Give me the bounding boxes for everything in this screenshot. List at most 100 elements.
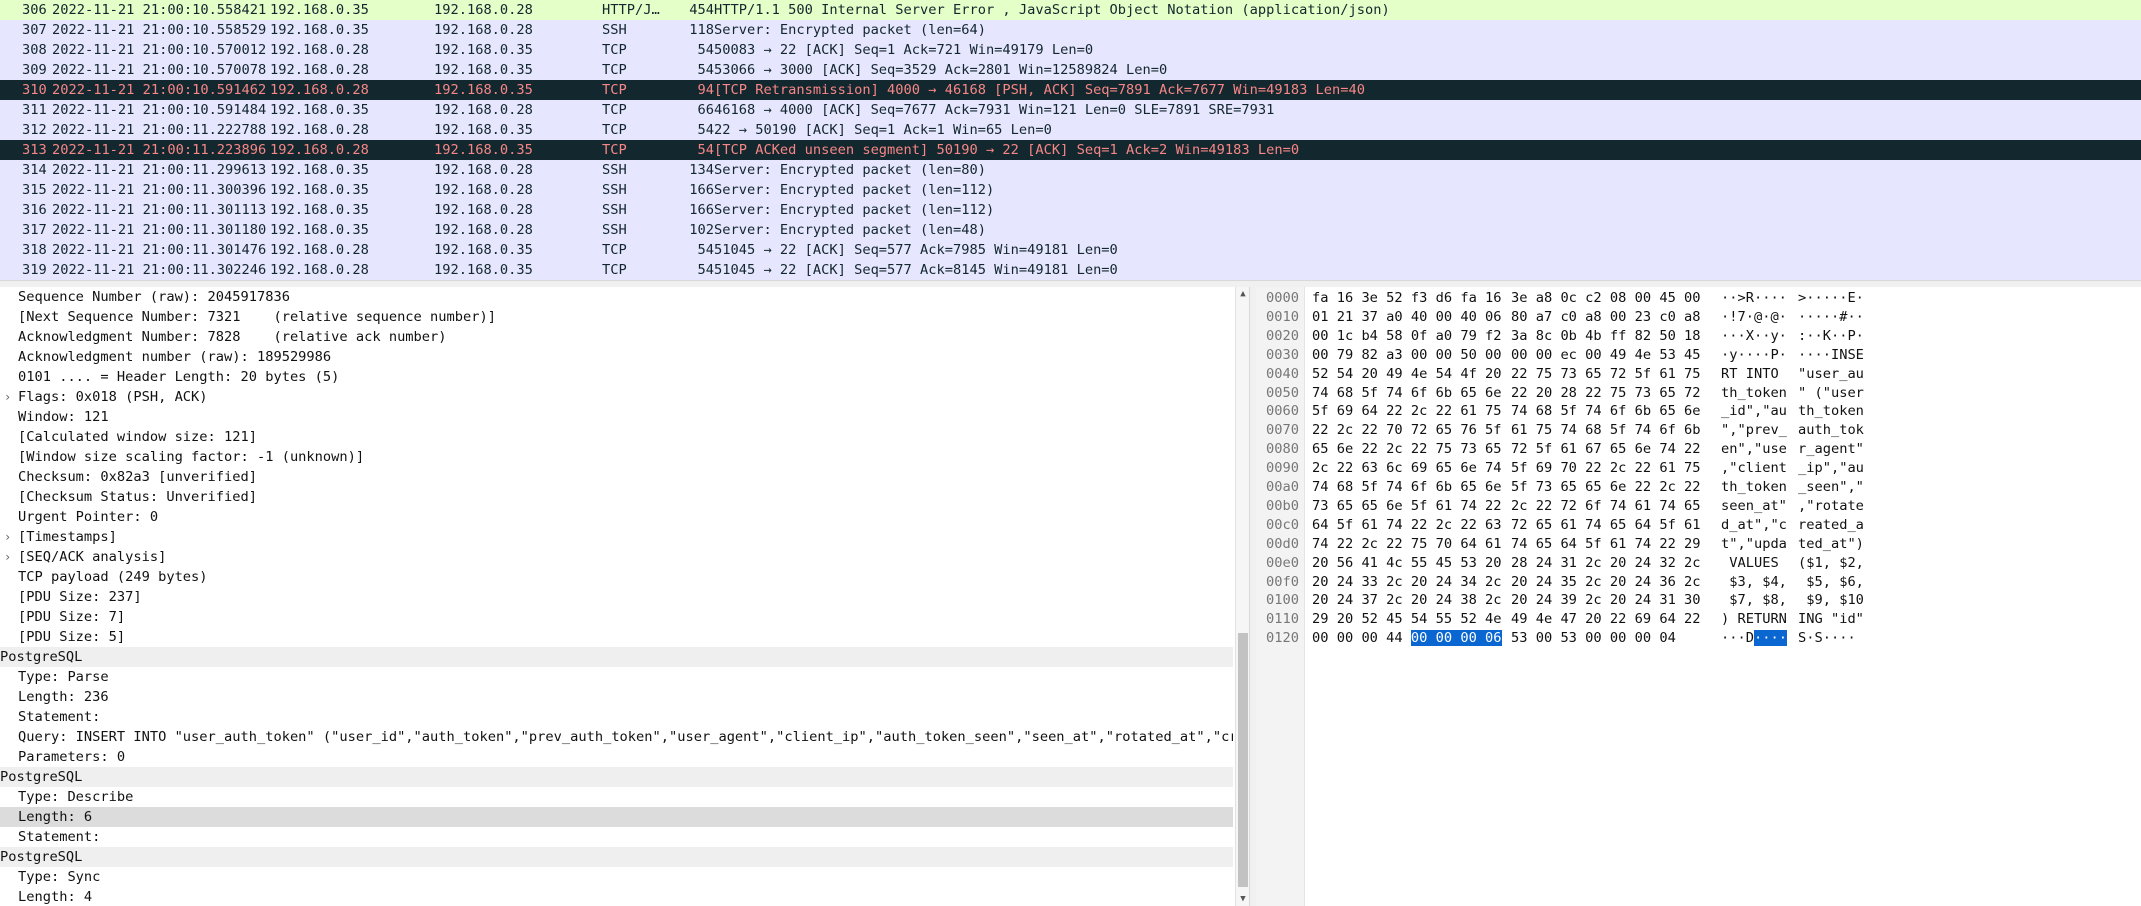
detail-field[interactable]: Length: 4 <box>0 887 1233 906</box>
packet-row[interactable]: 311 2022-11-21 21:00:10.591484 192.168.0.3… <box>0 100 2141 120</box>
packet-source: 192.168.0.28 <box>270 122 369 138</box>
hex-dump-row[interactable]: 00c0 64 5f 61 74 22 2c 22 63 72 65 61 74 6… <box>1256 516 2141 534</box>
hex-dump-row[interactable]: 00b0 73 65 65 6e 5f 61 74 22 2c 22 72 6f 7… <box>1256 497 2141 515</box>
ascii-second-half: ted_at") <box>1798 535 1864 552</box>
packet-list[interactable]: 306 2022-11-21 21:00:10.558421 192.168.0.3… <box>0 0 2141 280</box>
packet-row[interactable]: 312 2022-11-21 21:00:11.222788 192.168.0.2… <box>0 120 2141 140</box>
detail-field[interactable]: Window: 121 <box>0 407 1233 427</box>
hex-dump-row[interactable]: 0010 01 21 37 a0 40 00 40 06 80 a7 c0 a8 0… <box>1256 308 2141 326</box>
ascii-second-half: "user_au <box>1798 365 1864 382</box>
chevron-right-icon[interactable]: › <box>4 387 11 407</box>
detail-field[interactable]: [Window size scaling factor: -1 (unknown… <box>0 447 1233 467</box>
packet-row[interactable]: 315 2022-11-21 21:00:11.300396 192.168.0.3… <box>0 180 2141 200</box>
ascii-first-half: th_token <box>1721 479 1787 495</box>
hex-dump-row[interactable]: 0040 52 54 20 49 4e 54 4f 20 22 75 73 65 7… <box>1256 365 2141 383</box>
selected-bytes-highlight[interactable]: 00 00 00 06 <box>1410 630 1502 647</box>
detail-field[interactable]: Urgent Pointer: 0 <box>0 507 1233 527</box>
packet-info: 51045 → 22 [ACK] Seq=577 Ack=8145 Win=49… <box>714 262 1118 278</box>
scrollbar-thumb[interactable] <box>1238 633 1248 887</box>
packet-row[interactable]: 310 2022-11-21 21:00:10.591462 192.168.0.2… <box>0 80 2141 100</box>
packet-length: 54 <box>697 262 714 278</box>
chevron-right-icon[interactable]: › <box>4 547 11 567</box>
detail-field[interactable]: [Calculated window size: 121] <box>0 427 1233 447</box>
detail-field[interactable]: Type: Parse <box>0 667 1233 687</box>
detail-field[interactable]: [PDU Size: 7] <box>0 607 1233 627</box>
hex-dump-row[interactable]: 00a0 74 68 5f 74 6f 6b 65 6e 5f 73 65 65 6… <box>1256 478 2141 496</box>
packet-row[interactable]: 318 2022-11-21 21:00:11.301476 192.168.0.2… <box>0 240 2141 260</box>
detail-field[interactable]: Statement: <box>0 707 1233 727</box>
hex-bytes-second-half: 2c 22 72 6f 74 61 74 65 <box>1511 497 1701 514</box>
packet-row[interactable]: 319 2022-11-21 21:00:11.302246 192.168.0.2… <box>0 260 2141 280</box>
detail-field[interactable]: 0101 .... = Header Length: 20 bytes (5) <box>0 367 1233 387</box>
hex-dump-row[interactable]: 00f0 20 24 33 2c 20 24 34 2c 20 24 35 2c 2… <box>1256 573 2141 591</box>
detail-field[interactable]: [Next Sequence Number: 7321 (relative se… <box>0 307 1233 327</box>
packet-time: 2022-11-21 21:00:10.570078 <box>52 62 267 78</box>
detail-field[interactable]: Query: INSERT INTO "user_auth_token" ("u… <box>0 727 1233 747</box>
packet-destination: 192.168.0.35 <box>434 122 533 138</box>
hex-dump-row[interactable]: 0100 20 24 37 2c 20 24 38 2c 20 24 39 2c 2… <box>1256 591 2141 609</box>
ascii-first-half: seen_at" <box>1721 497 1787 514</box>
detail-field[interactable]: Type: Describe <box>0 787 1233 807</box>
detail-text: [SEQ/ACK analysis] <box>18 549 167 565</box>
hex-dump-row[interactable]: 00d0 74 22 2c 22 75 70 64 61 74 65 64 5f 6… <box>1256 535 2141 553</box>
detail-field[interactable]: Statement: <box>0 827 1233 847</box>
packet-number: 310 <box>22 82 47 98</box>
hex-dump-row[interactable]: 0080 65 6e 22 2c 22 75 73 65 72 5f 61 67 6… <box>1256 440 2141 458</box>
hex-dump-row[interactable]: 00e0 20 56 41 4c 55 45 53 20 28 24 31 2c 2… <box>1256 554 2141 572</box>
packet-row[interactable]: 317 2022-11-21 21:00:11.301180 192.168.0.3… <box>0 220 2141 240</box>
packet-length: 454 <box>689 2 714 18</box>
hex-bytes-second-half: 80 a7 c0 a8 00 23 c0 a8 <box>1511 308 1701 325</box>
detail-field[interactable]: Parameters: 0 <box>0 747 1233 767</box>
packet-protocol: SSH <box>602 202 627 218</box>
hex-dump-row[interactable]: 0070 22 2c 22 70 72 65 76 5f 61 75 74 68 5… <box>1256 421 2141 439</box>
packet-row[interactable]: 316 2022-11-21 21:00:11.301113 192.168.0.3… <box>0 200 2141 220</box>
packet-number: 319 <box>22 262 47 278</box>
detail-field[interactable]: TCP payload (249 bytes) <box>0 567 1233 587</box>
packet-bytes-pane[interactable]: 0000 fa 16 3e 52 f3 d6 fa 16 3e a8 0c c2 0… <box>1256 287 2141 906</box>
hex-dump-row[interactable]: 0020 00 1c b4 58 0f a0 79 f2 3a 8c 0b 4b f… <box>1256 327 2141 345</box>
scroll-up-arrow-icon[interactable]: ▲ <box>1236 287 1250 301</box>
scroll-down-arrow-icon[interactable]: ▼ <box>1236 892 1250 906</box>
detail-field[interactable]: Acknowledgment number (raw): 189529986 <box>0 347 1233 367</box>
selected-bytes-highlight[interactable]: ···· <box>1753 630 1787 647</box>
detail-field[interactable]: Acknowledgment Number: 7828 (relative ac… <box>0 327 1233 347</box>
hex-dump-row[interactable]: 0060 5f 69 64 22 2c 22 61 75 74 68 5f 74 6… <box>1256 402 2141 420</box>
hex-dump-row[interactable]: 0030 00 79 82 a3 00 00 50 00 00 00 ec 00 4… <box>1256 346 2141 364</box>
protocol-section-header[interactable]: PostgreSQL <box>0 767 1233 787</box>
packet-info: 22 → 50190 [ACK] Seq=1 Ack=1 Win=65 Len=… <box>714 122 1052 138</box>
hex-dump-row[interactable]: 0050 74 68 5f 74 6f 6b 65 6e 22 20 28 22 7… <box>1256 384 2141 402</box>
detail-text: Parameters: 0 <box>18 749 126 765</box>
detail-field[interactable]: › [SEQ/ACK analysis] <box>0 547 1233 567</box>
packet-row[interactable]: 314 2022-11-21 21:00:11.299613 192.168.0.3… <box>0 160 2141 180</box>
detail-field[interactable]: › [Timestamps] <box>0 527 1233 547</box>
packet-row[interactable]: 306 2022-11-21 21:00:10.558421 192.168.0.3… <box>0 0 2141 20</box>
packet-row[interactable]: 309 2022-11-21 21:00:10.570078 192.168.0.2… <box>0 60 2141 80</box>
ascii-first-half: ) RETURN <box>1721 611 1787 628</box>
packet-row[interactable]: 313 2022-11-21 21:00:11.223896 192.168.0.2… <box>0 140 2141 160</box>
detail-text: Flags: 0x018 (PSH, ACK) <box>18 389 208 405</box>
packet-destination: 192.168.0.35 <box>434 242 533 258</box>
detail-field[interactable]: [PDU Size: 5] <box>0 627 1233 647</box>
protocol-section-header[interactable]: PostgreSQL <box>0 847 1233 867</box>
hex-dump-row[interactable]: 0110 29 20 52 45 54 55 52 4e 49 4e 47 20 2… <box>1256 610 2141 628</box>
packet-row[interactable]: 307 2022-11-21 21:00:10.558529 192.168.0.3… <box>0 20 2141 40</box>
ascii-second-half: :··K··P· <box>1798 327 1864 344</box>
detail-field[interactable]: Length: 6 <box>0 807 1233 827</box>
detail-field[interactable]: [PDU Size: 237] <box>0 587 1233 607</box>
protocol-section-header[interactable]: PostgreSQL <box>0 647 1233 667</box>
packet-details-pane[interactable]: Sequence Number (raw): 2045917836 [Next S… <box>0 287 1235 906</box>
detail-field[interactable]: › Flags: 0x018 (PSH, ACK) <box>0 387 1233 407</box>
details-scrollbar[interactable]: ▲ ▼ <box>1235 287 1250 906</box>
detail-field[interactable]: Sequence Number (raw): 2045917836 <box>0 287 1233 307</box>
ascii-first-half: ···D···· <box>1721 629 1787 647</box>
hex-dump-row[interactable]: 0090 2c 22 63 6c 69 65 6e 74 5f 69 70 22 2… <box>1256 459 2141 477</box>
detail-field[interactable]: Type: Sync <box>0 867 1233 887</box>
ascii-first-half: ·y····P· <box>1721 346 1787 363</box>
detail-field[interactable]: [Checksum Status: Unverified] <box>0 487 1233 507</box>
chevron-right-icon[interactable]: › <box>4 527 11 547</box>
hex-dump-row[interactable]: 0000 fa 16 3e 52 f3 d6 fa 16 3e a8 0c c2 0… <box>1256 289 2141 307</box>
detail-field[interactable]: Checksum: 0x82a3 [unverified] <box>0 467 1233 487</box>
hex-dump-row[interactable]: 0120 00 00 00 44 00 00 00 06 53 00 53 00 0… <box>1256 629 2141 647</box>
detail-field[interactable]: Length: 236 <box>0 687 1233 707</box>
packet-row[interactable]: 308 2022-11-21 21:00:10.570012 192.168.0.2… <box>0 40 2141 60</box>
